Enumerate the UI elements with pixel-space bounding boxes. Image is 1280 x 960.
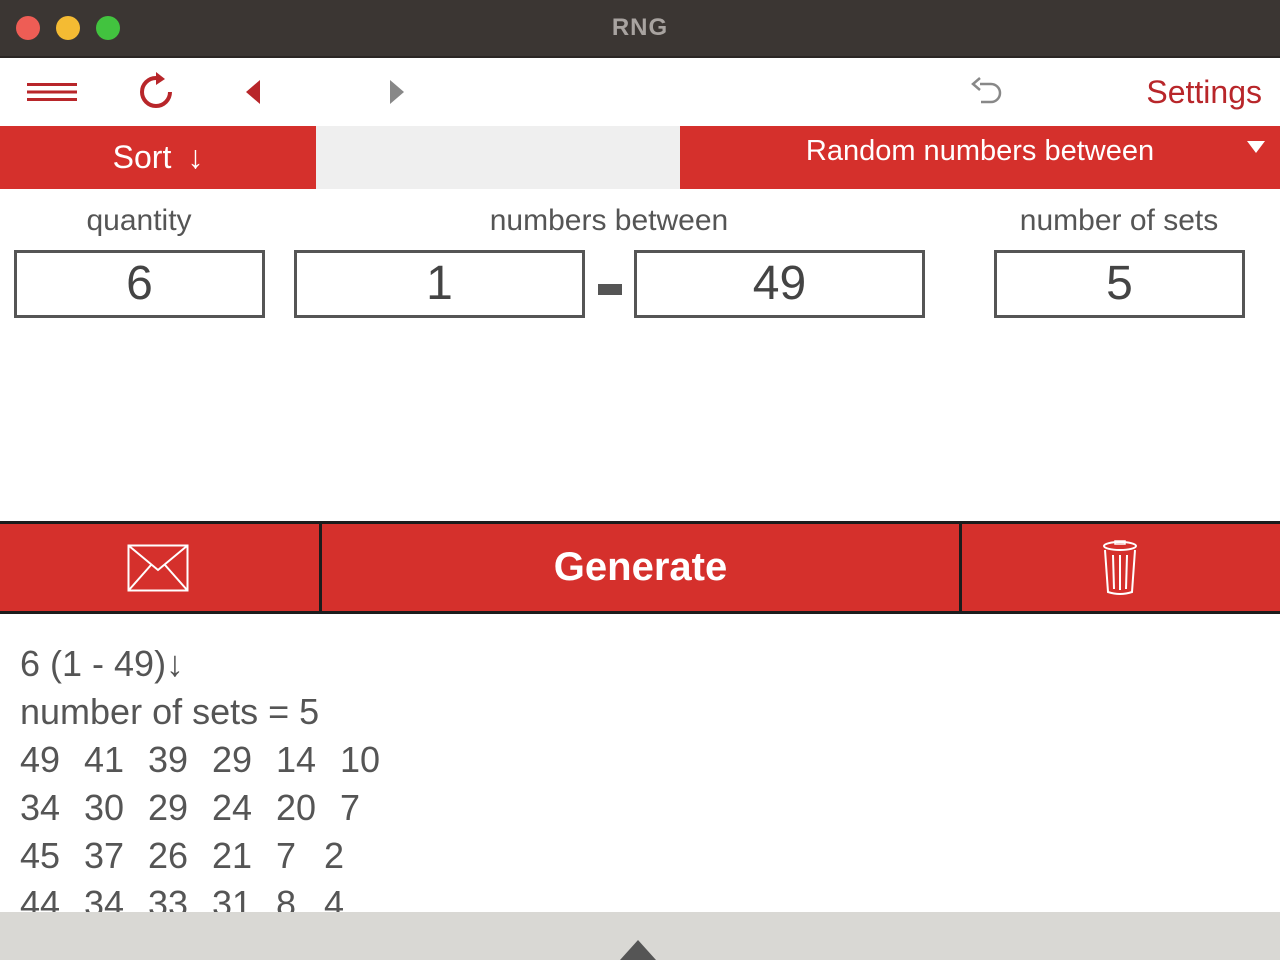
result-number: 24: [212, 787, 253, 828]
number-of-sets-label: number of sets: [1019, 204, 1219, 237]
range-dash: [598, 284, 622, 295]
action-bar: Generate: [0, 521, 1280, 614]
result-number: 7: [276, 835, 297, 876]
quantity-label: quantity: [86, 204, 192, 237]
result-number: 2: [324, 835, 345, 876]
sort-button[interactable]: Sort ↓: [0, 126, 316, 189]
result-number: 31: [212, 883, 253, 912]
result-number: 29: [148, 787, 189, 828]
result-number: 4: [324, 883, 345, 912]
number-of-sets-input[interactable]: 5: [994, 250, 1245, 318]
window-titlebar: RNG: [0, 0, 1280, 58]
result-row: 44 34 33 31 8 4: [20, 880, 1260, 912]
result-number: 37: [84, 835, 125, 876]
min-value-input[interactable]: 1: [294, 250, 585, 318]
reload-icon: [140, 72, 172, 108]
result-number: 34: [84, 883, 125, 912]
mode-dropdown[interactable]: Random numbers between: [680, 126, 1280, 189]
expand-up-icon[interactable]: [620, 940, 656, 960]
results-header: 6 (1 - 49)↓: [20, 643, 185, 684]
result-number: 7: [340, 787, 361, 828]
menu-button[interactable]: [20, 58, 84, 126]
result-number: 44: [20, 883, 61, 912]
numbers-between-label: numbers between: [489, 204, 729, 237]
result-number: 26: [148, 835, 189, 876]
tab-row: Sort ↓ Random numbers between: [0, 126, 1280, 189]
result-number: 14: [276, 739, 317, 780]
result-number: 39: [148, 739, 189, 780]
trash-icon: [1102, 539, 1137, 595]
dropdown-triangle-icon: [1247, 141, 1265, 153]
result-number: 41: [84, 739, 125, 780]
max-value-input[interactable]: 49: [634, 250, 925, 318]
result-number: 29: [212, 739, 253, 780]
clear-button[interactable]: [959, 524, 1280, 611]
bottom-bar: [0, 912, 1280, 960]
result-row: 49 41 39 29 14 10: [20, 736, 1260, 784]
results-output[interactable]: 6 (1 - 49)↓ number of sets = 5 49 41 39 29 1…: [20, 640, 1260, 912]
result-number: 45: [20, 835, 61, 876]
generate-button[interactable]: Generate: [319, 524, 962, 611]
previous-button[interactable]: [236, 58, 270, 126]
settings-button[interactable]: Settings: [1146, 74, 1262, 111]
result-number: 34: [20, 787, 61, 828]
result-number: 33: [148, 883, 189, 912]
result-number: 20: [276, 787, 317, 828]
result-row: 34 30 29 24 20 7: [20, 784, 1260, 832]
sort-label: Sort: [112, 139, 172, 175]
next-button[interactable]: [380, 58, 414, 126]
quantity-input[interactable]: 6: [14, 250, 265, 318]
mode-label: Random numbers between: [805, 135, 1155, 167]
undo-icon: [971, 77, 1002, 104]
hamburger-icon: [27, 83, 77, 101]
undo-button[interactable]: [962, 58, 1012, 126]
window-title: RNG: [611, 14, 669, 41]
toolbar: Settings: [0, 58, 1280, 126]
sort-arrow-icon: ↓: [187, 139, 204, 175]
result-row: 45 37 26 21 7 2: [20, 832, 1260, 880]
reset-button[interactable]: [128, 58, 184, 126]
result-number: 10: [340, 739, 381, 780]
result-number: 8: [276, 883, 297, 912]
result-number: 30: [84, 787, 125, 828]
triangle-left-icon: [246, 80, 260, 104]
triangle-right-icon: [390, 80, 404, 104]
results-sets-line: number of sets = 5: [20, 691, 320, 732]
result-number: 49: [20, 739, 61, 780]
result-number: 21: [212, 835, 253, 876]
email-button[interactable]: [0, 524, 316, 611]
envelope-icon: [127, 544, 189, 591]
